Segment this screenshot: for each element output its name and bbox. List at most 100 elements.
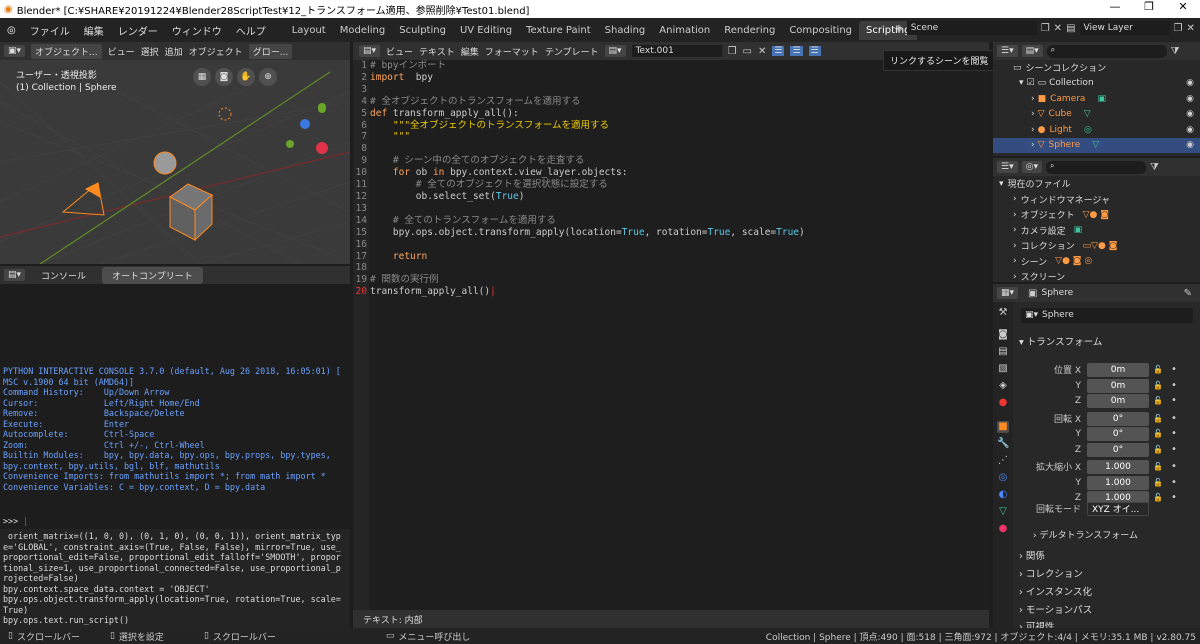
keyframe-dot-icon[interactable]: • [1171,444,1177,455]
properties-editor-type-icon[interactable]: ▦▾ [997,287,1019,299]
menu-text-view[interactable]: ビュー [386,45,413,58]
tab-rendering[interactable]: Rendering [717,21,782,40]
syntax-highlight-toggle-icon[interactable]: ☰ [808,46,821,56]
unlink-text-icon[interactable]: ✕ [758,46,766,57]
menu-object[interactable]: オブジェクト [189,45,243,58]
material-tab-icon[interactable]: ● [997,523,1009,535]
new-text-icon[interactable]: ❐ [728,46,737,57]
tab-console[interactable]: コンソール [31,267,96,284]
transform-value-field[interactable]: 0m [1087,362,1149,377]
data-tab-icon[interactable]: ▽ [997,506,1009,518]
zoom-icon[interactable]: ⊕ [259,68,277,86]
tool-tab-icon[interactable]: ⚒ [997,307,1009,319]
panel-header[interactable]: › デルタトランスフォーム [1033,528,1138,541]
new-view-layer-icon[interactable]: ❐ [1174,23,1183,34]
lock-icon[interactable]: 🔓 [1153,462,1163,471]
code-area[interactable]: 1 # bpyインポート 2 import bpy 3 4 # 全オブジェクトのトランスフォ… [353,60,805,298]
outliner-item-collection[interactable]: ▾ ☑ ▭ Collection ◉ [993,76,1200,92]
pin-icon[interactable]: ✎ [1184,288,1192,299]
menu-edit[interactable]: 編集 [77,23,111,38]
world-tab-icon[interactable]: ● [997,397,1009,409]
lock-icon[interactable]: 🔓 [1153,396,1163,405]
transform-value-field[interactable]: 0m [1087,393,1149,408]
lock-icon[interactable]: 🔓 [1153,414,1163,423]
maximize-button[interactable]: ❐ [1132,0,1166,13]
render-tab-icon[interactable]: ◙ [997,329,1009,341]
view-layer-field[interactable]: View Layer [1079,21,1170,35]
menu-select[interactable]: 選択 [141,45,159,58]
menu-add[interactable]: 追加 [165,45,183,58]
tab-shading[interactable]: Shading [598,21,653,40]
display-mode-icon[interactable]: ▤▾ [1021,45,1043,57]
transform-value-field[interactable]: 0° [1087,411,1149,426]
transform-value-field[interactable]: 1.000 [1087,459,1149,474]
lock-icon[interactable]: 🔓 [1153,381,1163,390]
menu-window[interactable]: ウィンドウ [165,23,229,38]
close-button[interactable]: ✕ [1166,0,1200,13]
particles-tab-icon[interactable]: ⋰ [997,455,1009,467]
text-editor-type-icon[interactable]: ▤▾ [359,45,381,57]
outliner[interactable]: ☰▾ ▤▾ ⌕ ⧩ ▭ シーンコレクション ▾ ☑ ▭ Collection ◉ › ■ Ca… [993,42,1200,156]
physics-tab-icon[interactable]: ◎ [997,472,1009,484]
keyframe-dot-icon[interactable]: • [1171,364,1177,375]
text-editor[interactable]: ▤▾ ビュー テキスト 編集 フォーマット テンプレート ▤▾ Text.001… [353,42,989,628]
modifier-tab-icon[interactable]: 🔧 [997,438,1009,450]
eye-icon[interactable]: ◉ [1186,94,1194,104]
scene-icon[interactable]: ◈ [895,23,903,34]
keyframe-dot-icon[interactable]: • [1171,461,1177,472]
eye-icon[interactable]: ◉ [1186,140,1194,150]
scene-tab-icon[interactable]: ◈ [997,380,1009,392]
lock-icon[interactable]: 🔓 [1153,445,1163,454]
panel-header[interactable]: › モーションパス [1019,602,1092,616]
scene-field[interactable]: Scene [906,21,1037,35]
menu-help[interactable]: ヘルプ [229,23,273,38]
file-item-scenes[interactable]: › シーン ▽● ◙ ◎ [993,254,1200,270]
menu-text[interactable]: テキスト [419,45,455,58]
file-display-mode-icon[interactable]: ◎▾ [1021,161,1042,173]
tab-compositing[interactable]: Compositing [782,21,859,40]
lock-icon[interactable]: 🔓 [1153,365,1163,374]
keyframe-dot-icon[interactable]: • [1171,395,1177,406]
eye-icon[interactable]: ◉ [1186,125,1194,135]
new-scene-icon[interactable]: ❐ [1041,23,1050,34]
transform-value-field[interactable]: 1.000 [1087,475,1149,490]
3d-viewport[interactable]: ▣▾ オブジェクト... ビュー 選択 追加 オブジェクト グロー... ユーザ… [0,42,350,264]
lock-icon[interactable]: 🔓 [1153,478,1163,487]
file-item-collections[interactable]: › コレクション ▭▽● ◙ [993,238,1200,254]
transform-value-field[interactable]: 0° [1087,442,1149,457]
camera-view-icon[interactable]: ◙ [215,68,233,86]
text-name-field[interactable]: Text.001 [631,45,722,57]
keyframe-dot-icon[interactable]: • [1171,380,1177,391]
panel-header[interactable]: › コレクション [1019,566,1083,580]
file-view-editor-type-icon[interactable]: ☰▾ [997,161,1018,173]
file-item-screens[interactable]: › スクリーン [993,269,1200,285]
tab-modeling[interactable]: Modeling [333,21,393,40]
keyframe-dot-icon[interactable]: • [1171,477,1177,488]
outliner-editor-type-icon[interactable]: ☰▾ [997,45,1018,57]
tab-animation[interactable]: Animation [652,21,717,40]
menu-file[interactable]: ファイル [23,23,77,38]
console-prompt[interactable]: >>> | [3,516,28,526]
view-layer-icon[interactable]: ▤ [1066,23,1075,34]
tab-autocomplete[interactable]: オートコンプリート [102,266,203,284]
console-editor-type-icon[interactable]: ▤▾ [4,269,26,281]
minimize-button[interactable]: — [1098,0,1132,13]
outliner-scene-collection[interactable]: ▭ シーンコレクション [993,60,1200,76]
keyframe-dot-icon[interactable]: • [1171,413,1177,424]
grid-toggle-icon[interactable]: ▦ [193,68,211,86]
blender-menu-icon[interactable]: ◎ [0,25,23,36]
editor-type-icon[interactable]: ▣▾ [4,45,26,57]
object-name-field[interactable]: ▣▾ Sphere [1021,308,1193,323]
view-layer-tab-icon[interactable]: ▧ [997,363,1009,375]
eye-icon[interactable]: ◉ [1186,109,1194,119]
file-filter-icon[interactable]: ⧩ [1150,162,1159,173]
open-text-icon[interactable]: ▭ [743,46,752,57]
text-browse-icon[interactable]: ▤▾ [604,45,626,57]
transform-value-field[interactable]: 0° [1087,426,1149,441]
outliner-item-cube[interactable]: › ▽ Cube ▽ ◉ [993,107,1200,123]
outliner-item-camera[interactable]: › ■ Camera ▣ ◉ [993,91,1200,107]
file-search-input[interactable]: ⌕ [1045,160,1146,174]
file-root[interactable]: ▾ 現在のファイル [993,176,1200,192]
file-item-objects[interactable]: › オブジェクト ▽● ◙ [993,207,1200,223]
keyframe-dot-icon[interactable]: • [1171,492,1177,503]
